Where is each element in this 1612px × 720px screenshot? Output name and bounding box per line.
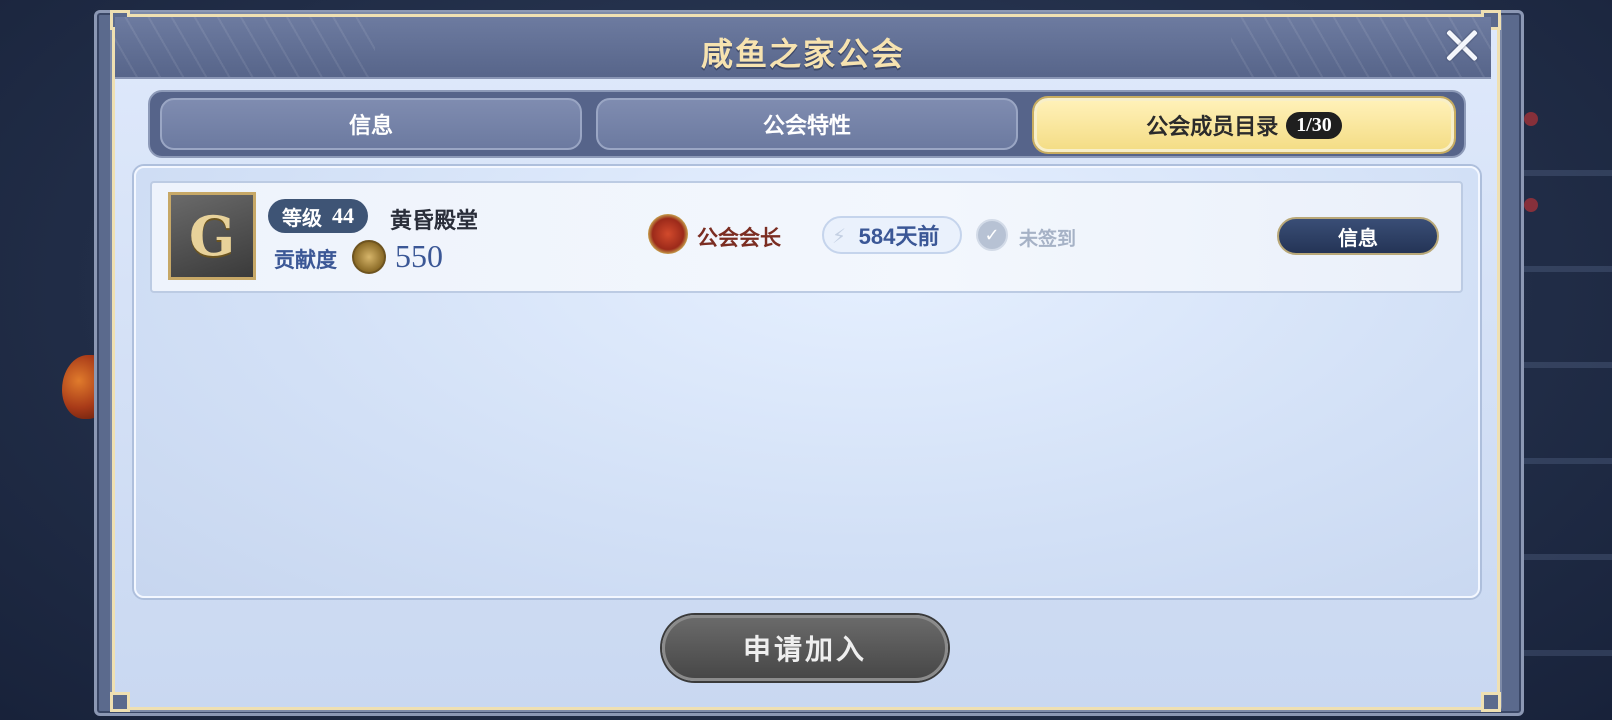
tab-guild-traits[interactable]: 公会特性 bbox=[596, 98, 1018, 150]
frame-corner-ornament bbox=[110, 692, 130, 712]
dialog-title: 咸鱼之家公会 bbox=[700, 35, 905, 73]
tab-member-list[interactable]: 公会成员目录 1/30 bbox=[1034, 98, 1454, 152]
tab-label: 公会特性 bbox=[762, 114, 851, 139]
notification-dot bbox=[1524, 112, 1538, 126]
check-icon: ✓ bbox=[976, 219, 1008, 251]
frame-corner-ornament bbox=[1481, 692, 1501, 712]
level-value: 44 bbox=[332, 203, 354, 228]
avatar[interactable]: G bbox=[168, 192, 256, 280]
level-badge: 等级 44 bbox=[268, 199, 368, 233]
contribution-label: 贡献度 bbox=[274, 248, 337, 272]
apply-join-button[interactable]: 申请加入 bbox=[662, 615, 948, 681]
level-label: 等级 bbox=[282, 205, 322, 230]
tab-bar: 信息 公会特性 公会成员目录 1/30 bbox=[148, 90, 1466, 158]
notification-dot bbox=[1524, 198, 1538, 212]
member-name: 黄昏殿堂 bbox=[390, 209, 479, 234]
avatar-emblem: G bbox=[188, 204, 236, 268]
list-item[interactable] bbox=[150, 181, 1463, 293]
member-count-badge: 1/30 bbox=[1286, 111, 1342, 139]
tab-label: 公会成员目录 bbox=[1146, 115, 1279, 140]
last-seen-text: 584天前 bbox=[858, 224, 940, 249]
guild-leader-medal-icon bbox=[648, 214, 688, 254]
close-icon[interactable] bbox=[1440, 24, 1484, 68]
member-info-button[interactable]: 信息 bbox=[1277, 217, 1439, 255]
signin-status: 未签到 bbox=[1019, 228, 1077, 250]
member-rank: 公会会长 bbox=[697, 226, 781, 250]
contribution-coin-icon bbox=[352, 240, 386, 274]
contribution-value: 550 bbox=[395, 238, 443, 274]
tab-label: 信息 bbox=[348, 114, 393, 139]
lightning-icon: ⚡ bbox=[832, 224, 847, 248]
last-seen-pill: ⚡ 584天前 bbox=[822, 216, 962, 254]
tab-info[interactable]: 信息 bbox=[160, 98, 582, 150]
title-bar: 咸鱼之家公会 bbox=[115, 17, 1491, 79]
